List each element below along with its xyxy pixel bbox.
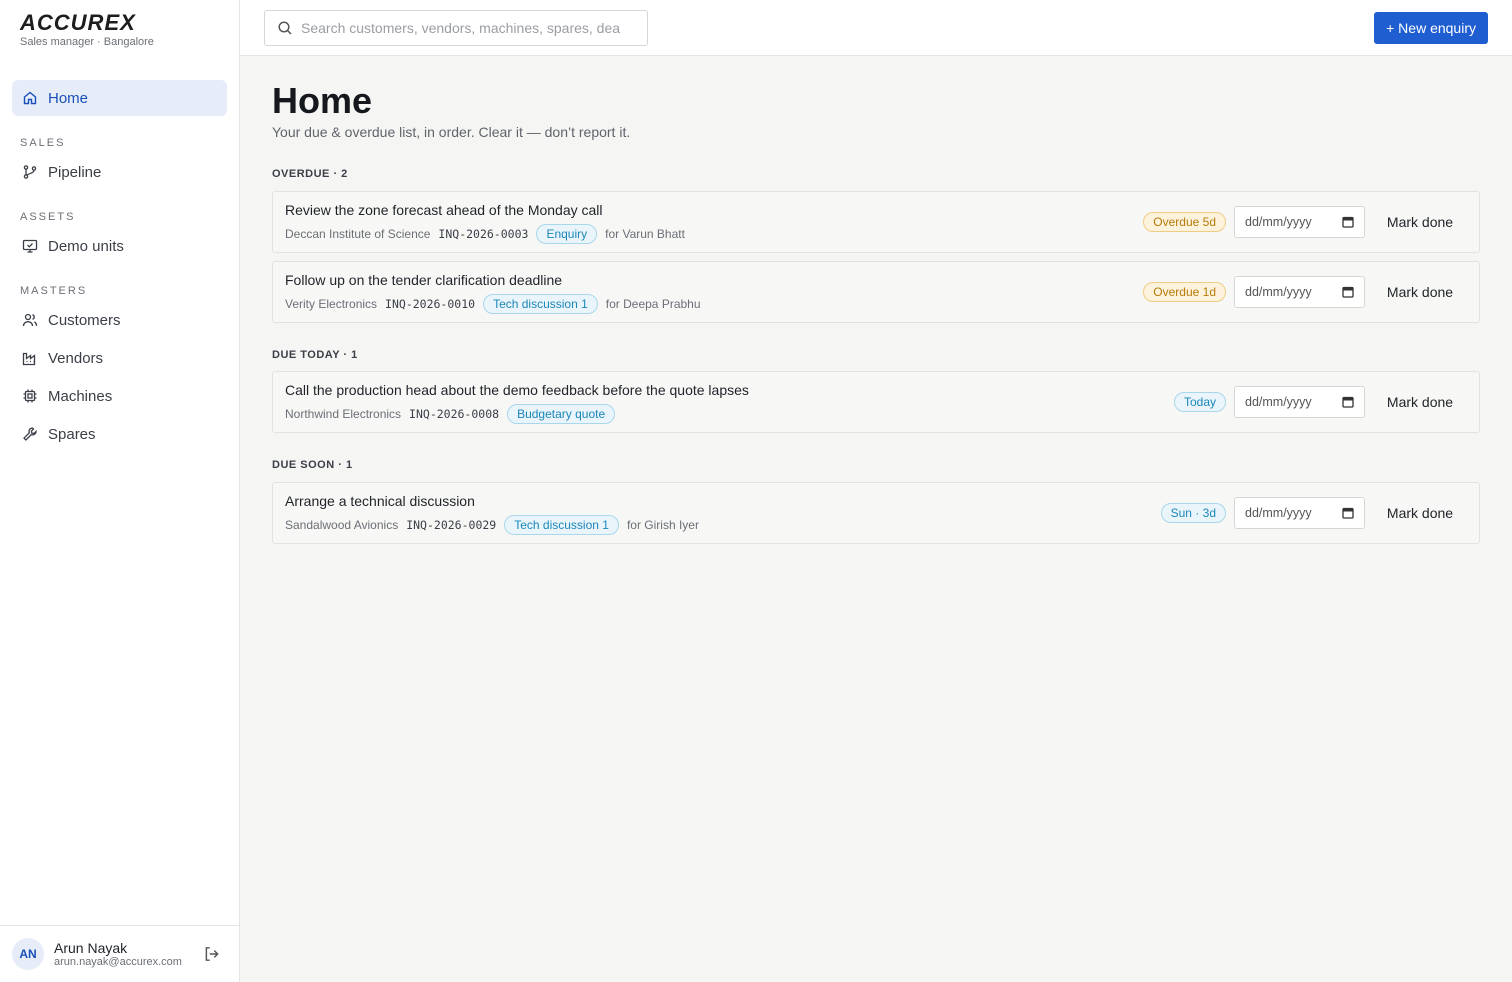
task-title: Arrange a technical discussion [285,493,475,509]
home-icon [23,91,37,105]
nav-section-assets: ASSETS [20,211,76,223]
stage-badge: Enquiry [536,224,598,244]
task-actions: Overdue 5d dd/mm/yyyy Mark done [1143,192,1479,252]
stage-badge: Budgetary quote [507,404,616,424]
sidebar-item-spares[interactable]: Spares [12,416,227,452]
nav-section-masters: MASTERS [20,285,88,297]
date-placeholder: dd/mm/yyyy [1245,285,1312,299]
date-placeholder: dd/mm/yyyy [1245,395,1312,409]
brand-subtitle: Sales manager · Bangalore [20,36,154,48]
date-placeholder: dd/mm/yyyy [1245,215,1312,229]
sidebar-item-label: Demo units [48,237,124,255]
sidebar-item-vendors[interactable]: Vendors [12,340,227,376]
search-box[interactable] [264,10,648,46]
sidebar-item-label: Home [48,89,89,107]
due-badge: Overdue 5d [1143,212,1226,232]
logo: ACCUREX [20,10,136,35]
user-name: Arun Nayak [54,940,128,956]
stage-badge: Tech discussion 1 [504,515,619,535]
task-title: Call the production head about the demo … [285,382,749,398]
task-owner: for Varun Bhatt [605,227,685,241]
page-subtitle: Your due & overdue list, in order. Clear… [272,124,631,140]
sidebar-item-label: Spares [48,425,96,443]
task-card: Review the zone forecast ahead of the Mo… [272,191,1480,253]
search-icon [278,21,292,35]
mark-done-button[interactable]: Mark done [1373,206,1467,238]
task-title: Follow up on the tender clarification de… [285,272,563,288]
user-email: arun.nayak@accurex.com [54,956,182,968]
date-input[interactable]: dd/mm/yyyy [1234,497,1365,529]
search-input[interactable] [301,20,631,36]
logout-icon[interactable] [203,945,221,963]
group-label-due-soon: DUE SOON · 1 [272,459,353,471]
customer-name[interactable]: Sandalwood Avionics [285,518,398,532]
task-card: Follow up on the tender clarification de… [272,261,1480,323]
task-owner: for Deepa Prabhu [605,297,701,311]
sidebar-item-label: Machines [48,387,113,405]
task-meta: Verity Electronics INQ-2026-0010 Tech di… [285,294,701,314]
wrench-icon [23,427,37,441]
date-placeholder: dd/mm/yyyy [1245,506,1312,520]
task-card: Call the production head about the demo … [272,371,1480,433]
sidebar-item-label: Vendors [48,349,104,367]
brand: ACCUREX Sales manager · Bangalore [20,10,154,49]
task-actions: Sun · 3d dd/mm/yyyy Mark done [1160,483,1479,543]
user-profile: AN Arun Nayak arun.nayak@accurex.com [0,925,239,982]
sidebar-item-label: Customers [48,311,121,329]
topbar: + New enquiry [240,0,1512,56]
sidebar-item-home[interactable]: Home [12,80,227,116]
factory-icon [22,352,36,366]
nav-section-sales: SALES [20,137,66,149]
group-label-due-today: DUE TODAY · 1 [272,349,358,361]
monitor-icon [22,239,38,253]
customer-name[interactable]: Verity Electronics [285,297,377,311]
calendar-icon[interactable] [1342,507,1354,519]
task-owner: for Girish Iyer [626,518,699,532]
cpu-icon [23,389,37,403]
task-actions: Today dd/mm/yyyy Mark done [1173,372,1479,432]
page-title: Home [272,80,373,121]
task-meta: Deccan Institute of Science INQ-2026-000… [285,224,685,244]
enquiry-code[interactable]: INQ-2026-0029 [406,518,496,532]
sidebar-item-label: Pipeline [48,163,102,181]
due-badge: Overdue 1d [1143,282,1226,302]
users-icon [22,313,38,327]
avatar: AN [12,938,44,970]
enquiry-code[interactable]: INQ-2026-0010 [385,297,475,311]
mark-done-button[interactable]: Mark done [1373,386,1467,418]
calendar-icon[interactable] [1342,396,1354,408]
sidebar-item-pipeline[interactable]: Pipeline [12,154,227,190]
task-meta: Sandalwood Avionics INQ-2026-0029 Tech d… [285,515,699,535]
customer-name[interactable]: Deccan Institute of Science [285,227,430,241]
sidebar: ACCUREX Sales manager · Bangalore Home S… [0,0,240,982]
mark-done-button[interactable]: Mark done [1373,497,1467,529]
sidebar-item-machines[interactable]: Machines [12,378,227,414]
sidebar-item-demo-units[interactable]: Demo units [12,228,227,264]
user-info: Arun Nayak arun.nayak@accurex.com [54,940,203,968]
task-card: Arrange a technical discussion Sandalwoo… [272,482,1480,544]
date-input[interactable]: dd/mm/yyyy [1234,276,1365,308]
customer-name[interactable]: Northwind Electronics [285,407,401,421]
task-actions: Overdue 1d dd/mm/yyyy Mark done [1143,262,1479,322]
new-enquiry-button[interactable]: + New enquiry [1374,12,1488,44]
due-badge: Today [1173,392,1226,412]
enquiry-code[interactable]: INQ-2026-0008 [409,407,499,421]
sidebar-item-customers[interactable]: Customers [12,302,227,338]
date-input[interactable]: dd/mm/yyyy [1234,206,1365,238]
date-input[interactable]: dd/mm/yyyy [1234,386,1365,418]
calendar-icon[interactable] [1342,286,1354,298]
task-title: Review the zone forecast ahead of the Mo… [285,202,603,218]
group-label-overdue: OVERDUE · 2 [272,168,348,180]
task-meta: Northwind Electronics INQ-2026-0008 Budg… [285,404,616,424]
git-branch-icon [23,165,37,179]
mark-done-button[interactable]: Mark done [1373,276,1467,308]
due-badge: Sun · 3d [1160,503,1226,523]
enquiry-code[interactable]: INQ-2026-0003 [438,227,528,241]
stage-badge: Tech discussion 1 [483,294,598,314]
calendar-icon[interactable] [1342,216,1354,228]
